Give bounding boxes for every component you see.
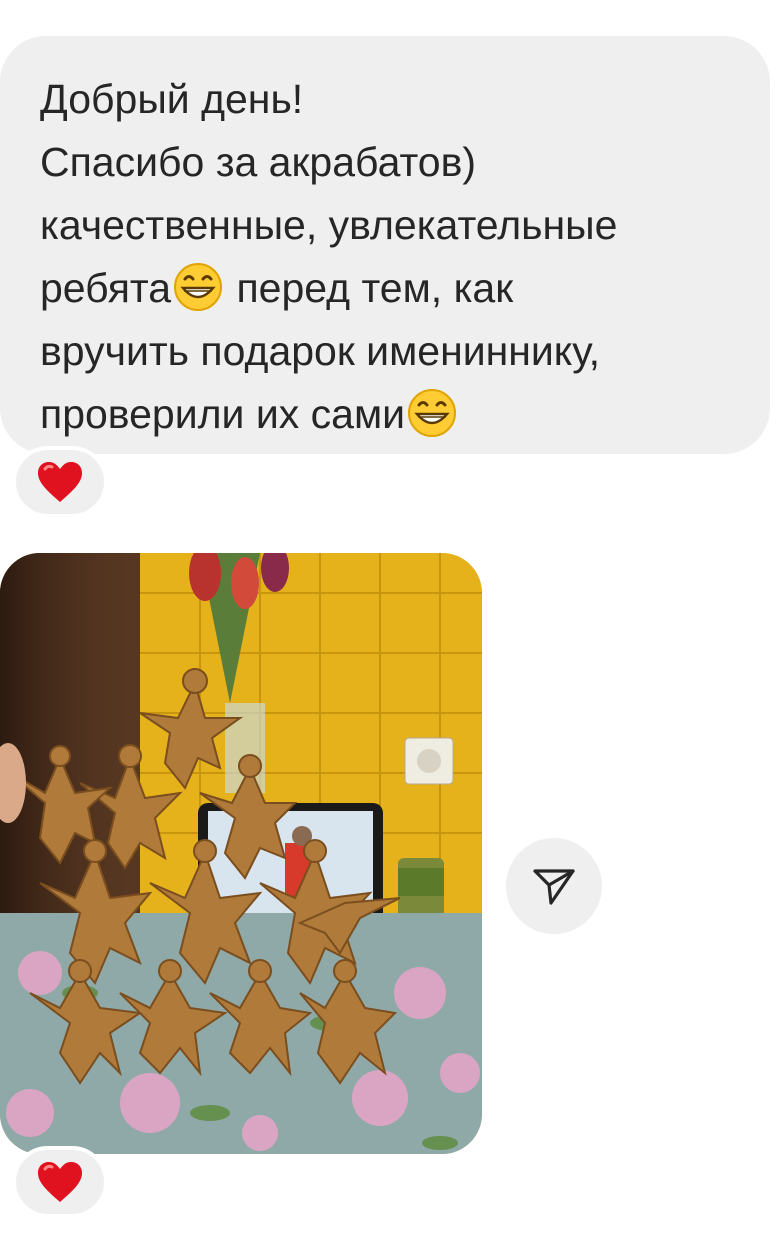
message-text-fragment: ребята (40, 265, 172, 311)
red-heart-icon (38, 1162, 82, 1202)
message-line-6: проверили их сами (40, 383, 740, 446)
message-text-fragment: перед тем, как (225, 265, 514, 311)
grinning-face-icon (408, 389, 457, 437)
message-line-1: Добрый день! (40, 76, 304, 122)
wooden-acrobat-figures-photo[interactable] (0, 553, 482, 1154)
red-heart-icon (38, 462, 82, 502)
message-line-3: качественные, увлекательные (40, 202, 618, 248)
photo-reaction[interactable] (12, 1146, 108, 1218)
message-bubble[interactable]: Добрый день! Спасибо за акрабатов) качес… (0, 36, 770, 454)
message-text-fragment: проверили их сами (40, 391, 406, 437)
share-button[interactable] (506, 838, 602, 934)
grinning-face-icon (174, 263, 223, 311)
message-line-5: вручить подарок имениннику, (40, 328, 600, 374)
send-paper-plane-icon (533, 869, 575, 905)
message-line-4: ребята перед тем, как (40, 257, 740, 320)
message-reaction[interactable] (12, 446, 108, 518)
photo-image (0, 553, 482, 1154)
message-line-2: Спасибо за акрабатов) (40, 139, 477, 185)
